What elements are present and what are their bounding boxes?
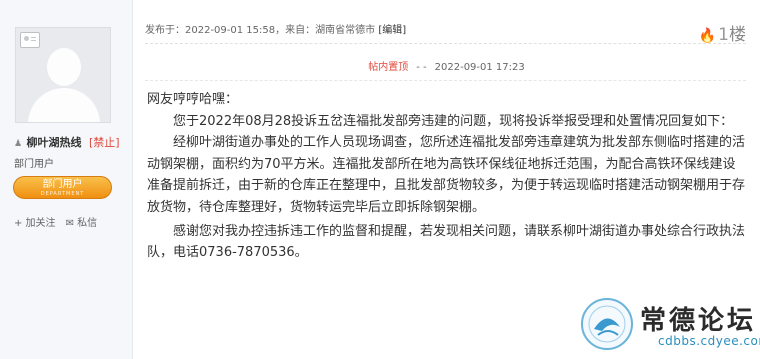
- post-content: 网友哼哼哈嘿： 您于2022年08月28投诉五岔连福批发部旁违建的问题，现将投诉…: [147, 89, 745, 264]
- pin-tag[interactable]: 帖内置顶: [368, 62, 408, 73]
- id-card-icon: [20, 32, 40, 48]
- forum-seal-icon: [581, 298, 633, 350]
- post-meta: 发布于：2022-09-01 15:58，来自：湖南省常德市 [编辑]: [145, 21, 406, 36]
- author-actions: + 加关注 ✉ 私信: [14, 214, 97, 229]
- floor-indicator[interactable]: 🔥 1楼: [699, 20, 746, 45]
- author-status: [禁止]: [89, 136, 120, 149]
- author-sidebar: ♟ 柳叶湖热线 [禁止] 部门用户 部门用户 DEPARTMENT + 加关注 ✉…: [0, 0, 133, 359]
- pin-dash: - -: [416, 62, 427, 73]
- department-badge: 部门用户 DEPARTMENT: [13, 176, 112, 199]
- fire-icon: 🔥: [698, 28, 717, 44]
- floor-number: 1: [718, 25, 729, 45]
- author-name[interactable]: 柳叶湖热线: [27, 136, 82, 149]
- divider: [145, 43, 746, 44]
- paragraph-2: 经柳叶湖街道办事处的工作人员现场调查，您所述连福批发部旁违章建筑为批发部东侧临时…: [147, 135, 746, 215]
- pin-bar: 帖内置顶 - - 2022-09-01 17:23: [0, 58, 760, 73]
- badge-sub-label: DEPARTMENT: [40, 191, 85, 197]
- floor-suffix: 楼: [729, 25, 746, 45]
- user-icon: ♟: [14, 138, 23, 149]
- post-date: 2022-09-01 15:58: [185, 25, 276, 36]
- follow-button[interactable]: + 加关注: [14, 218, 56, 229]
- greeting: 网友哼哼哈嘿：: [147, 92, 239, 107]
- mail-icon: ✉: [65, 218, 74, 229]
- forum-watermark: 常德论坛 cdbbs.cdyee.com: [574, 295, 760, 357]
- paragraph-1: 您于2022年08月28投诉五岔连福批发部旁违建的问题，现将投诉举报受理和处置情…: [173, 113, 734, 129]
- author-name-row: ♟ 柳叶湖热线 [禁止]: [14, 134, 120, 150]
- divider: [145, 80, 746, 81]
- meta-prefix: 发布于：: [145, 25, 185, 36]
- watermark-url: cdbbs.cdyee.com: [658, 334, 760, 348]
- edit-link[interactable]: [编辑]: [378, 25, 406, 36]
- post-location: 湖南省常德市: [315, 25, 376, 36]
- pin-date: 2022-09-01 17:23: [434, 62, 525, 73]
- avatar[interactable]: [15, 27, 111, 123]
- badge-label: 部门用户: [42, 179, 83, 190]
- message-button[interactable]: 私信: [77, 218, 97, 229]
- paragraph-3: 感谢您对我办控违拆违工作的监督和提醒，若发现相关问题，请联系柳叶湖街道办事处综合…: [147, 223, 746, 261]
- from-prefix: ，来自：: [275, 25, 316, 36]
- avatar-placeholder-body: [28, 88, 100, 122]
- watermark-title: 常德论坛: [640, 306, 757, 336]
- author-role: 部门用户: [14, 159, 54, 170]
